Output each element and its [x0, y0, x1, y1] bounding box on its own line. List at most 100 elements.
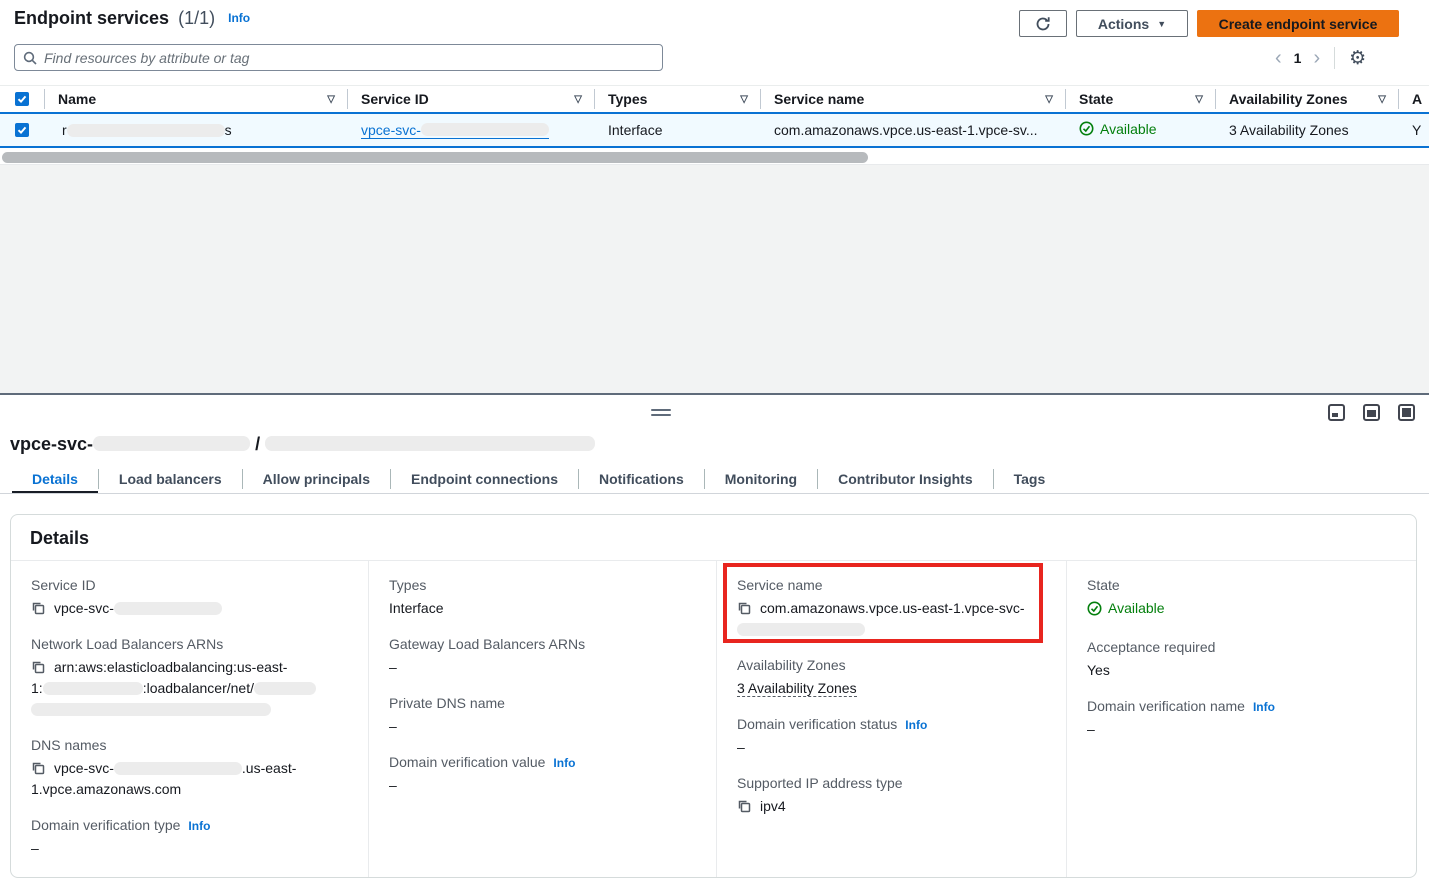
cell-availability-zones: 3 Availability Zones — [1215, 122, 1398, 138]
details-column-3: Service name com.amazonaws.vpce.us-east-… — [716, 561, 1066, 878]
copy-icon[interactable] — [31, 761, 45, 775]
column-header-availability-zones[interactable]: Availability Zones ▽ — [1215, 89, 1398, 109]
row-select-cell — [0, 123, 44, 137]
tab-allow-principals[interactable]: Allow principals — [243, 464, 390, 494]
pagination-next-icon[interactable]: › — [1313, 48, 1320, 68]
field-service-id: Service ID vpce-svc- — [31, 577, 348, 619]
copy-icon[interactable] — [737, 799, 751, 813]
search-box — [14, 44, 663, 71]
pagination-prev-icon[interactable]: ‹ — [1275, 48, 1282, 68]
panel-size-small-button[interactable] — [1328, 404, 1345, 421]
copy-icon[interactable] — [31, 660, 45, 674]
availability-zones-link[interactable]: 3 Availability Zones — [737, 680, 857, 697]
sort-icon[interactable]: ▽ — [1378, 94, 1386, 105]
horizontal-scrollbar[interactable] — [2, 152, 868, 163]
header-actions: Actions ▼ Create endpoint service — [1019, 10, 1399, 37]
redacted-text — [421, 123, 549, 136]
cell-name: rs — [44, 122, 347, 138]
select-all-checkbox[interactable] — [15, 92, 29, 106]
field-domain-verification-type: Domain verification typeInfo – — [31, 817, 348, 859]
pagination-page[interactable]: 1 — [1294, 50, 1302, 66]
endpoint-services-table: Name ▽ Service ID ▽ Types ▽ Service name… — [0, 85, 1429, 148]
details-column-2: Types Interface Gateway Load Balancers A… — [368, 561, 716, 878]
column-header-name[interactable]: Name ▽ — [44, 89, 347, 109]
info-link[interactable]: Info — [905, 718, 927, 732]
panel-size-full-button[interactable] — [1398, 404, 1415, 421]
field-state: State Available — [1087, 577, 1396, 622]
tab-details[interactable]: Details — [12, 464, 98, 494]
tab-monitoring[interactable]: Monitoring — [705, 464, 817, 494]
tab-notifications[interactable]: Notifications — [579, 464, 704, 494]
cell-state: Available — [1065, 121, 1215, 140]
details-grid: Service ID vpce-svc- Network Load Balanc… — [11, 561, 1416, 878]
preferences-button[interactable]: ⚙ — [1349, 49, 1366, 68]
column-header-types[interactable]: Types ▽ — [594, 89, 760, 109]
copy-icon[interactable] — [737, 601, 751, 615]
cell-acceptance: Y — [1398, 122, 1429, 138]
create-endpoint-service-button[interactable]: Create endpoint service — [1197, 10, 1399, 37]
service-id-link[interactable]: vpce-svc- — [361, 122, 549, 139]
panel-size-medium-button[interactable] — [1363, 404, 1380, 421]
cell-types: Interface — [594, 122, 760, 138]
tab-endpoint-connections[interactable]: Endpoint connections — [391, 464, 578, 494]
info-link[interactable]: Info — [1253, 700, 1275, 714]
tab-tags[interactable]: Tags — [994, 464, 1066, 494]
page-header: Endpoint services (1/1) Info — [14, 8, 250, 29]
field-domain-verification-status: Domain verification statusInfo – — [737, 716, 1046, 758]
field-domain-verification-name: Domain verification nameInfo – — [1087, 698, 1396, 740]
search-icon — [23, 51, 37, 65]
table-row[interactable]: rs vpce-svc- Interface com.amazonaws.vpc… — [0, 112, 1429, 148]
split-panel-border — [0, 393, 1429, 395]
availability-zones-link[interactable]: 3 Availability Zones — [1229, 122, 1349, 138]
panel-title: vpce-svc- / — [10, 434, 595, 455]
field-private-dns-name: Private DNS name – — [389, 695, 696, 737]
column-header-acceptance[interactable]: A — [1398, 89, 1429, 109]
refresh-icon — [1035, 16, 1051, 32]
details-card: Details Service ID vpce-svc- Network Loa… — [10, 514, 1417, 878]
field-glb-arns: Gateway Load Balancers ARNs – — [389, 636, 696, 678]
check-icon — [17, 94, 27, 104]
create-button-label: Create endpoint service — [1219, 16, 1378, 32]
field-domain-verification-value: Domain verification valueInfo – — [389, 754, 696, 796]
redacted-text — [114, 602, 222, 615]
page-title: Endpoint services — [14, 8, 169, 28]
column-header-service-name[interactable]: Service name ▽ — [760, 89, 1065, 109]
status-badge: Available — [1079, 121, 1157, 137]
check-circle-icon — [1087, 601, 1102, 616]
actions-button[interactable]: Actions ▼ — [1076, 10, 1188, 37]
sort-icon[interactable]: ▽ — [1045, 94, 1053, 105]
redacted-text — [31, 703, 271, 716]
endpoint-services-screen: Endpoint services (1/1) Info Actions ▼ C… — [0, 0, 1429, 886]
field-types: Types Interface — [389, 577, 696, 619]
redacted-text — [254, 682, 316, 695]
field-nlb-arns: Network Load Balancers ARNs arn:aws:elas… — [31, 636, 348, 720]
tab-load-balancers[interactable]: Load balancers — [99, 464, 242, 494]
sort-icon[interactable]: ▽ — [1195, 94, 1203, 105]
redacted-text — [67, 124, 225, 137]
info-link[interactable]: Info — [553, 756, 575, 770]
field-dns-names: DNS names vpce-svc-.us-east- 1.vpce.amaz… — [31, 737, 348, 800]
field-supported-ip-address-type: Supported IP address type ipv4 — [737, 775, 1046, 817]
column-header-state[interactable]: State ▽ — [1065, 89, 1215, 109]
field-availability-zones: Availability Zones 3 Availability Zones — [737, 657, 1046, 699]
status-badge: Available — [1087, 598, 1165, 619]
panel-size-controls — [1328, 404, 1415, 421]
redacted-text — [43, 682, 143, 695]
tabs-underline — [0, 493, 1429, 494]
copy-icon[interactable] — [31, 601, 45, 615]
info-link[interactable]: Info — [188, 819, 210, 833]
details-column-1: Service ID vpce-svc- Network Load Balanc… — [11, 561, 368, 878]
info-link[interactable]: Info — [228, 11, 250, 25]
refresh-button[interactable] — [1019, 10, 1067, 37]
gear-icon: ⚙ — [1349, 47, 1366, 69]
search-input[interactable] — [44, 50, 654, 66]
column-header-service-id[interactable]: Service ID ▽ — [347, 89, 594, 109]
sort-icon[interactable]: ▽ — [327, 94, 335, 105]
tab-contributor-insights[interactable]: Contributor Insights — [818, 464, 993, 494]
sort-icon[interactable]: ▽ — [740, 94, 748, 105]
sort-icon[interactable]: ▽ — [574, 94, 582, 105]
row-checkbox[interactable] — [15, 123, 29, 137]
pagination: ‹ 1 › ⚙ — [1275, 46, 1366, 70]
cell-service-id: vpce-svc- — [347, 122, 594, 139]
panel-drag-handle[interactable] — [651, 407, 671, 417]
